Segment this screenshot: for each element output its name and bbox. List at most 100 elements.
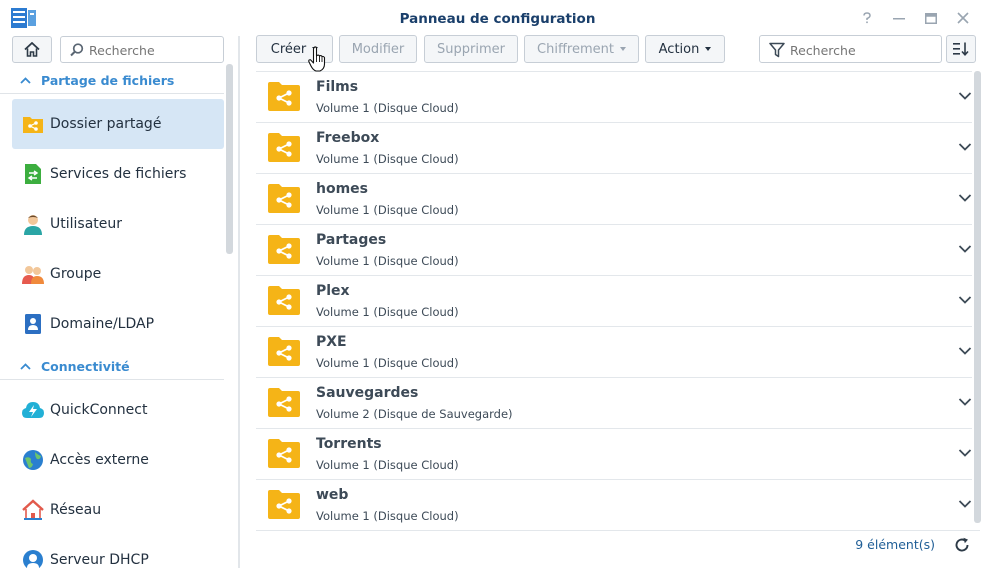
sidebar-item-external-access[interactable]: Accès externe <box>12 435 224 485</box>
shared-folder-list: Films Volume 1 (Disque Cloud) Freebox Vo… <box>256 71 972 531</box>
sidebar-item-group[interactable]: Groupe <box>12 249 224 299</box>
sidebar-item-user[interactable]: Utilisateur <box>12 199 224 249</box>
user-icon <box>24 215 42 235</box>
table-row[interactable]: Freebox Volume 1 (Disque Cloud) <box>256 123 972 174</box>
sidebar-item-label: Dossier partagé <box>50 116 162 132</box>
caret-down-icon <box>619 47 626 51</box>
sidebar-item-label: QuickConnect <box>50 402 148 418</box>
section-label: Connectivité <box>41 359 130 374</box>
chevron-down-icon[interactable] <box>958 499 972 509</box>
folder-volume: Volume 1 (Disque Cloud) <box>316 458 459 472</box>
create-label: Créer <box>270 41 307 57</box>
shared-folder-icon <box>268 490 300 519</box>
section-file-sharing[interactable]: Partage de fichiers <box>0 68 224 94</box>
section-label: Partage de fichiers <box>41 73 175 88</box>
chevron-down-icon[interactable] <box>958 244 972 254</box>
sidebar-item-label: Domaine/LDAP <box>50 316 155 332</box>
table-row[interactable]: homes Volume 1 (Disque Cloud) <box>256 174 972 225</box>
shared-folder-icon <box>268 133 300 162</box>
sidebar-item-label: Serveur DHCP <box>50 552 149 568</box>
minimize-button[interactable] <box>883 9 915 27</box>
shared-folder-icon <box>268 439 300 468</box>
encryption-button[interactable]: Chiffrement <box>524 35 639 63</box>
chevron-down-icon[interactable] <box>958 397 972 407</box>
sidebar-search[interactable] <box>60 36 224 63</box>
chevron-down-icon[interactable] <box>958 193 972 203</box>
folder-name: Sauvegardes <box>316 385 419 401</box>
sidebar-item-label: Utilisateur <box>50 216 123 232</box>
sort-icon <box>953 42 969 56</box>
chevron-down-icon[interactable] <box>958 91 972 101</box>
maximize-icon <box>925 12 937 24</box>
folder-volume: Volume 2 (Disque de Sauvegarde) <box>316 407 513 421</box>
table-row[interactable]: web Volume 1 (Disque Cloud) <box>256 480 972 531</box>
table-row[interactable]: Torrents Volume 1 (Disque Cloud) <box>256 429 972 480</box>
filter-search-input[interactable] <box>790 40 935 60</box>
sidebar-divider <box>238 36 240 568</box>
close-button[interactable] <box>947 9 979 27</box>
delete-button[interactable]: Supprimer <box>424 35 518 63</box>
sort-button[interactable] <box>946 35 976 63</box>
section-connectivity[interactable]: Connectivité <box>0 354 224 380</box>
item-count: 9 élément(s) <box>855 537 935 552</box>
filter-search[interactable] <box>759 35 942 63</box>
table-row[interactable]: Plex Volume 1 (Disque Cloud) <box>256 276 972 327</box>
edit-label: Modifier <box>351 41 405 57</box>
folder-volume: Volume 1 (Disque Cloud) <box>316 305 459 319</box>
folder-volume: Volume 1 (Disque Cloud) <box>316 203 459 217</box>
refresh-icon[interactable] <box>954 537 970 553</box>
chevron-down-icon[interactable] <box>958 346 972 356</box>
sidebar: Partage de fichiers Dossier partagé Serv… <box>0 36 238 568</box>
folder-name: homes <box>316 181 369 197</box>
sidebar-item-dhcp-server[interactable]: Serveur DHCP <box>12 535 224 568</box>
network-icon <box>22 499 44 520</box>
folder-name: Freebox <box>316 130 380 146</box>
chevron-down-icon[interactable] <box>958 142 972 152</box>
folder-name: Torrents <box>316 436 382 452</box>
shared-folder-icon <box>23 117 43 133</box>
dhcp-server-icon <box>23 550 43 568</box>
folder-volume: Volume 1 (Disque Cloud) <box>316 101 459 115</box>
sidebar-item-label: Services de fichiers <box>50 166 187 182</box>
sidebar-item-label: Groupe <box>50 266 102 282</box>
folder-name: Films <box>316 79 359 95</box>
sidebar-item-quickconnect[interactable]: QuickConnect <box>12 385 224 435</box>
minimize-icon <box>893 18 905 20</box>
folder-name: Partages <box>316 232 387 248</box>
folder-volume: Volume 1 (Disque Cloud) <box>316 356 459 370</box>
action-label: Action <box>658 41 700 57</box>
home-icon <box>24 42 40 57</box>
shared-folder-icon <box>268 337 300 366</box>
group-icon <box>22 266 44 284</box>
sidebar-item-domain-ldap[interactable]: Domaine/LDAP <box>12 299 224 349</box>
sidebar-search-input[interactable] <box>89 40 219 60</box>
folder-name: Plex <box>316 283 350 299</box>
table-row[interactable]: Films Volume 1 (Disque Cloud) <box>256 72 972 123</box>
folder-name: PXE <box>316 334 347 350</box>
action-button[interactable]: Action <box>645 35 725 63</box>
domain-ldap-icon <box>25 314 41 334</box>
chevron-down-icon[interactable] <box>958 448 972 458</box>
sidebar-item-label: Réseau <box>50 502 102 518</box>
maximize-button[interactable] <box>915 9 947 27</box>
sidebar-item-file-services[interactable]: Services de fichiers <box>12 149 224 199</box>
chevron-down-icon[interactable] <box>958 295 972 305</box>
sidebar-scrollbar[interactable] <box>226 64 233 254</box>
list-footer: 9 élément(s) <box>256 530 980 558</box>
list-scrollbar[interactable] <box>974 71 981 523</box>
edit-button[interactable]: Modifier <box>339 35 417 63</box>
table-row[interactable]: Sauvegardes Volume 2 (Disque de Sauvegar… <box>256 378 972 429</box>
table-row[interactable]: Partages Volume 1 (Disque Cloud) <box>256 225 972 276</box>
sidebar-item-shared-folder[interactable]: Dossier partagé <box>12 99 224 149</box>
sidebar-item-network[interactable]: Réseau <box>12 485 224 535</box>
folder-name: web <box>316 487 349 503</box>
table-row[interactable]: PXE Volume 1 (Disque Cloud) <box>256 327 972 378</box>
close-icon <box>957 12 969 24</box>
help-button[interactable] <box>851 9 883 27</box>
window-title: Panneau de configuration <box>399 11 596 27</box>
encryption-label: Chiffrement <box>537 41 614 57</box>
home-button[interactable] <box>12 36 52 63</box>
hand-cursor-icon <box>308 46 326 72</box>
search-icon <box>70 43 84 57</box>
delete-label: Supprimer <box>437 41 505 57</box>
